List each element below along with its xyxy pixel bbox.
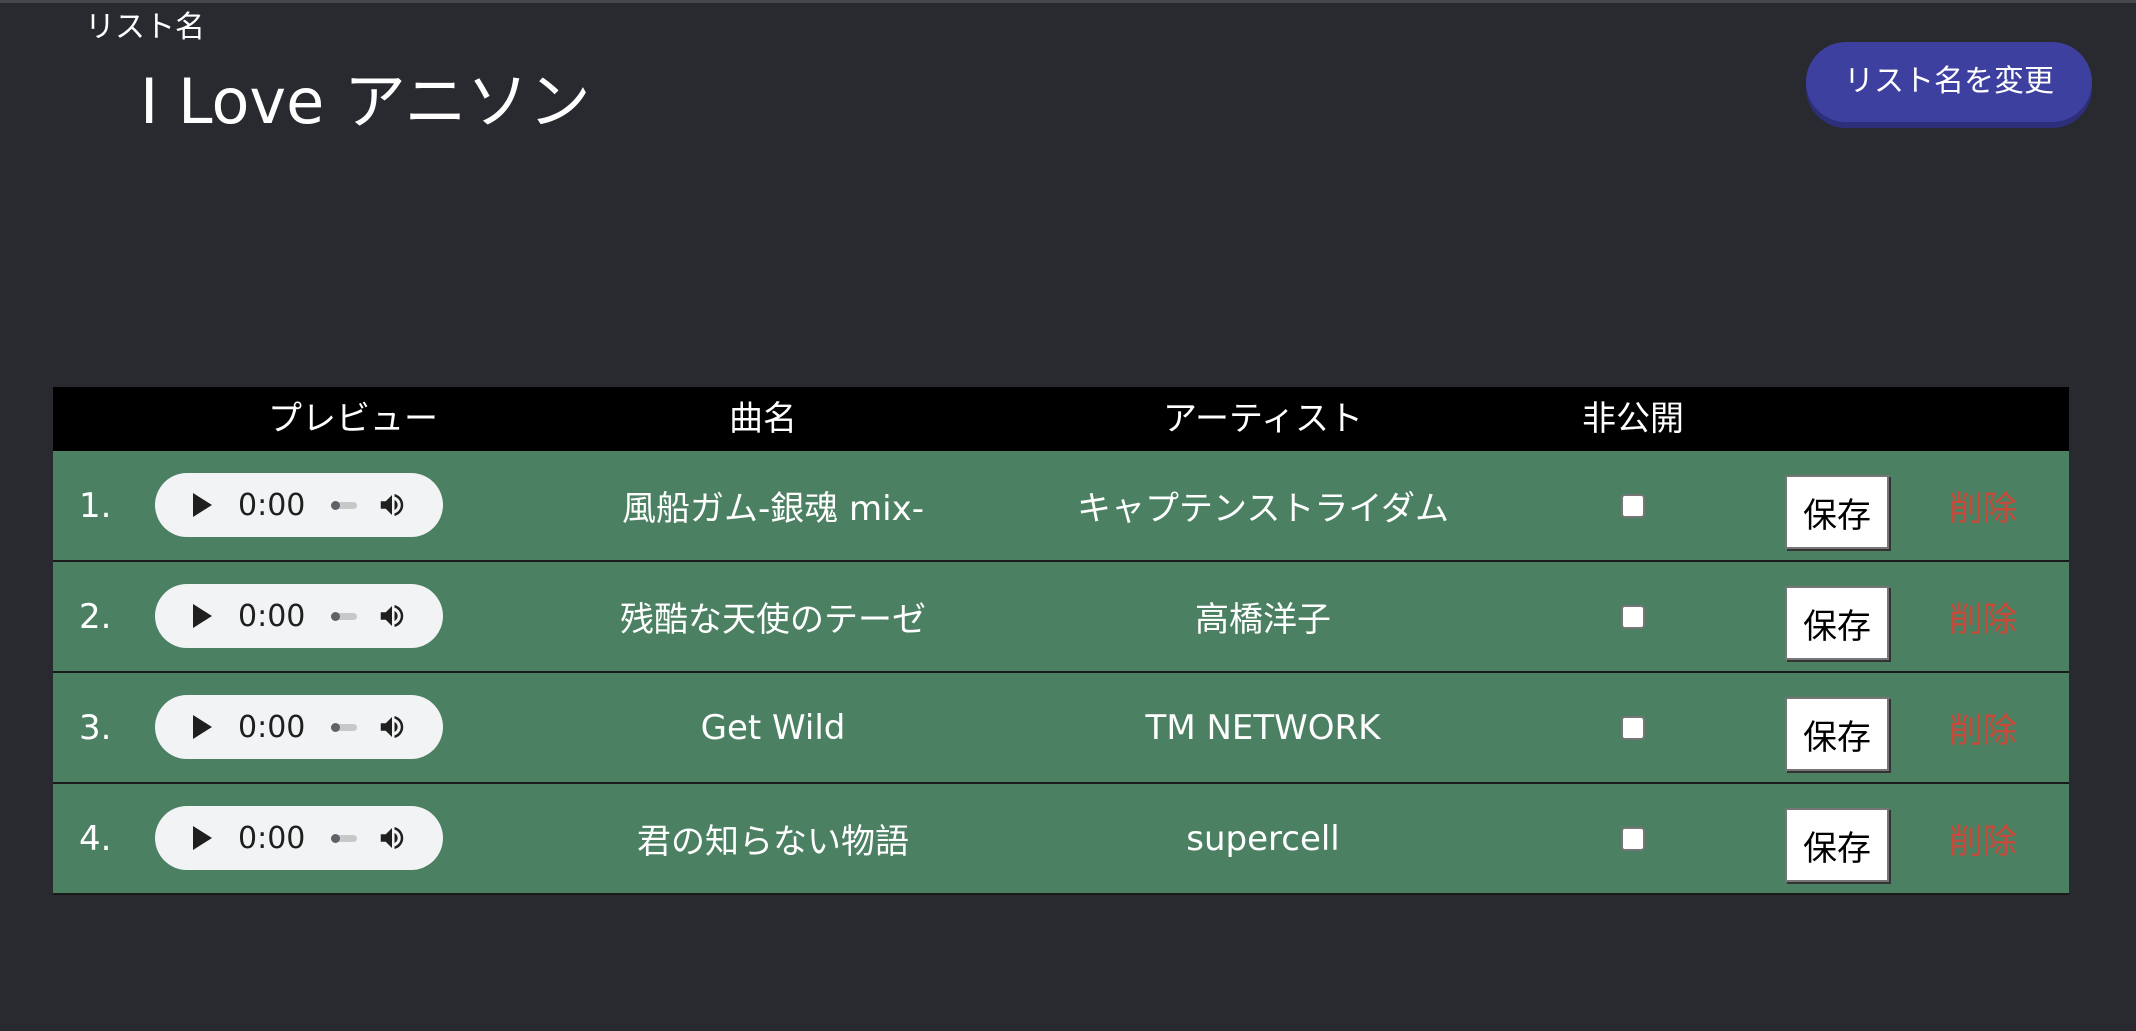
- header-song: 曲名: [729, 399, 797, 439]
- audio-player[interactable]: 0:00: [155, 806, 443, 870]
- private-checkbox[interactable]: [1621, 826, 1645, 851]
- delete-link[interactable]: 削除: [1933, 562, 2033, 671]
- audio-player[interactable]: 0:00: [155, 695, 443, 759]
- volume-icon[interactable]: [377, 823, 407, 853]
- row-number: 4.: [79, 818, 112, 859]
- save-button[interactable]: 保存: [1785, 586, 1889, 660]
- top-border: [0, 0, 2136, 3]
- header-artist: アーティスト: [1163, 399, 1363, 439]
- header-private: 非公開: [1582, 399, 1684, 439]
- volume-icon[interactable]: [377, 712, 407, 742]
- table-header: プレビュー 曲名 アーティスト 非公開: [53, 387, 2069, 451]
- song-title: 風船ガム-銀魂 mix-: [621, 489, 925, 529]
- row-number: 1.: [79, 485, 112, 526]
- audio-player[interactable]: 0:00: [155, 584, 443, 648]
- private-checkbox[interactable]: [1621, 715, 1645, 740]
- private-checkbox[interactable]: [1621, 604, 1645, 629]
- row-number: 2.: [79, 596, 112, 637]
- audio-time: 0:00: [238, 598, 306, 634]
- artist-name: TM NETWORK: [1145, 707, 1381, 748]
- seek-slider[interactable]: [331, 833, 358, 843]
- private-checkbox-cell: [1603, 673, 1663, 782]
- volume-icon[interactable]: [377, 601, 407, 631]
- volume-icon[interactable]: [377, 490, 407, 520]
- song-title: 君の知らない物語: [637, 822, 909, 862]
- save-button[interactable]: 保存: [1785, 808, 1889, 882]
- table-row: 4. 0:00 君の知らない物語 supercell 保存 削除: [53, 784, 2069, 895]
- play-icon[interactable]: [193, 715, 212, 739]
- private-checkbox-cell: [1603, 562, 1663, 671]
- table-row: 2. 0:00 残酷な天使のテーゼ 高橋洋子 保存 削除: [53, 562, 2069, 673]
- private-checkbox-cell: [1603, 451, 1663, 560]
- audio-time: 0:00: [238, 487, 306, 523]
- audio-player[interactable]: 0:00: [155, 473, 443, 537]
- table-row: 1. 0:00 風船ガム-銀魂 mix- キャプテンストライダム 保存 削除: [53, 451, 2069, 562]
- delete-link[interactable]: 削除: [1933, 784, 2033, 893]
- row-number: 3.: [79, 707, 112, 748]
- delete-link[interactable]: 削除: [1933, 451, 2033, 560]
- seek-slider[interactable]: [331, 722, 358, 732]
- song-title: Get Wild: [700, 707, 846, 748]
- artist-name: supercell: [1186, 818, 1340, 859]
- save-button[interactable]: 保存: [1785, 475, 1889, 549]
- song-title: 残酷な天使のテーゼ: [620, 600, 926, 640]
- artist-name: キャプテンストライダム: [1077, 489, 1449, 529]
- seek-slider[interactable]: [331, 611, 358, 621]
- play-icon[interactable]: [193, 493, 212, 517]
- header-preview: プレビュー: [268, 399, 438, 439]
- list-title: I Love アニソン: [140, 65, 591, 138]
- seek-slider[interactable]: [331, 500, 358, 510]
- table-row: 3. 0:00 Get Wild TM NETWORK 保存 削除: [53, 673, 2069, 784]
- rename-list-button[interactable]: リスト名を変更: [1806, 42, 2092, 122]
- play-icon[interactable]: [193, 826, 212, 850]
- save-button[interactable]: 保存: [1785, 697, 1889, 771]
- private-checkbox-cell: [1603, 784, 1663, 893]
- play-icon[interactable]: [193, 604, 212, 628]
- audio-time: 0:00: [238, 709, 306, 745]
- audio-time: 0:00: [238, 820, 306, 856]
- artist-name: 高橋洋子: [1195, 600, 1331, 640]
- list-name-label: リスト名: [85, 10, 205, 45]
- delete-link[interactable]: 削除: [1933, 673, 2033, 782]
- private-checkbox[interactable]: [1621, 493, 1645, 518]
